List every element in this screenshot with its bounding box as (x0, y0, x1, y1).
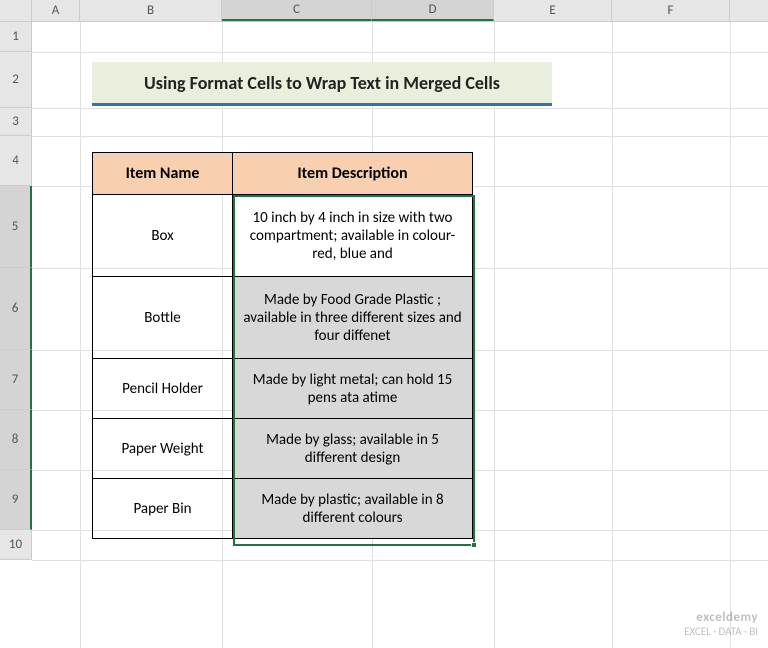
table-row: Box10 inch by 4 inch in size with two co… (93, 195, 473, 277)
row-header-7[interactable]: 7 (0, 350, 32, 410)
row-header-6[interactable]: 6 (0, 268, 32, 350)
column-header-b[interactable]: B (80, 0, 222, 21)
watermark: exceldemy EXCEL · DATA · BI (684, 610, 758, 638)
row-header-4[interactable]: 4 (0, 136, 32, 186)
row-header-3[interactable]: 3 (0, 108, 32, 136)
column-header-f[interactable]: F (612, 0, 730, 21)
cell-item-name[interactable]: Bottle (93, 277, 233, 359)
row-header-10[interactable]: 10 (0, 530, 32, 560)
spreadsheet: ABCDEF 12345678910 Using Format Cells to… (0, 0, 768, 648)
cell-item-description[interactable]: 10 inch by 4 inch in size with two compa… (233, 195, 473, 277)
column-header-c[interactable]: C (222, 0, 372, 21)
table-header-row: Item Name Item Description (93, 153, 473, 195)
cell-item-description[interactable]: Made by light metal; can hold 15 pens at… (233, 359, 473, 419)
row-headers: 12345678910 (0, 22, 32, 560)
cell-item-name[interactable]: Pencil Holder (93, 359, 233, 419)
table-row: Paper BinMade by plastic; available in 8… (93, 479, 473, 539)
cell-item-description[interactable]: Made by glass; available in 5 different … (233, 419, 473, 479)
column-header-d[interactable]: D (372, 0, 494, 21)
column-headers: ABCDEF (32, 0, 768, 22)
fill-handle[interactable] (471, 542, 477, 548)
table-row: Pencil HolderMade by light metal; can ho… (93, 359, 473, 419)
sheet-area[interactable]: Using Format Cells to Wrap Text in Merge… (32, 22, 768, 648)
cell-item-description[interactable]: Made by Food Grade Plastic ; available i… (233, 277, 473, 359)
table-row: Paper WeightMade by glass; available in … (93, 419, 473, 479)
page-title[interactable]: Using Format Cells to Wrap Text in Merge… (92, 62, 552, 106)
table-row: BottleMade by Food Grade Plastic ; avail… (93, 277, 473, 359)
row-header-8[interactable]: 8 (0, 410, 32, 470)
cell-item-name[interactable]: Paper Bin (93, 479, 233, 539)
cell-item-name[interactable]: Box (93, 195, 233, 277)
select-all-corner[interactable] (0, 0, 32, 22)
data-table: Item Name Item Description Box10 inch by… (92, 152, 473, 539)
header-item-description[interactable]: Item Description (233, 153, 473, 195)
cell-item-name[interactable]: Paper Weight (93, 419, 233, 479)
row-header-2[interactable]: 2 (0, 52, 32, 108)
row-header-5[interactable]: 5 (0, 186, 32, 268)
row-header-1[interactable]: 1 (0, 22, 32, 52)
row-header-9[interactable]: 9 (0, 470, 32, 530)
header-item-name[interactable]: Item Name (93, 153, 233, 195)
watermark-subtitle: EXCEL · DATA · BI (684, 625, 758, 638)
cell-item-description[interactable]: Made by plastic; available in 8 differen… (233, 479, 473, 539)
column-header-e[interactable]: E (494, 0, 612, 21)
watermark-title: exceldemy (684, 610, 758, 625)
column-header-a[interactable]: A (32, 0, 80, 21)
